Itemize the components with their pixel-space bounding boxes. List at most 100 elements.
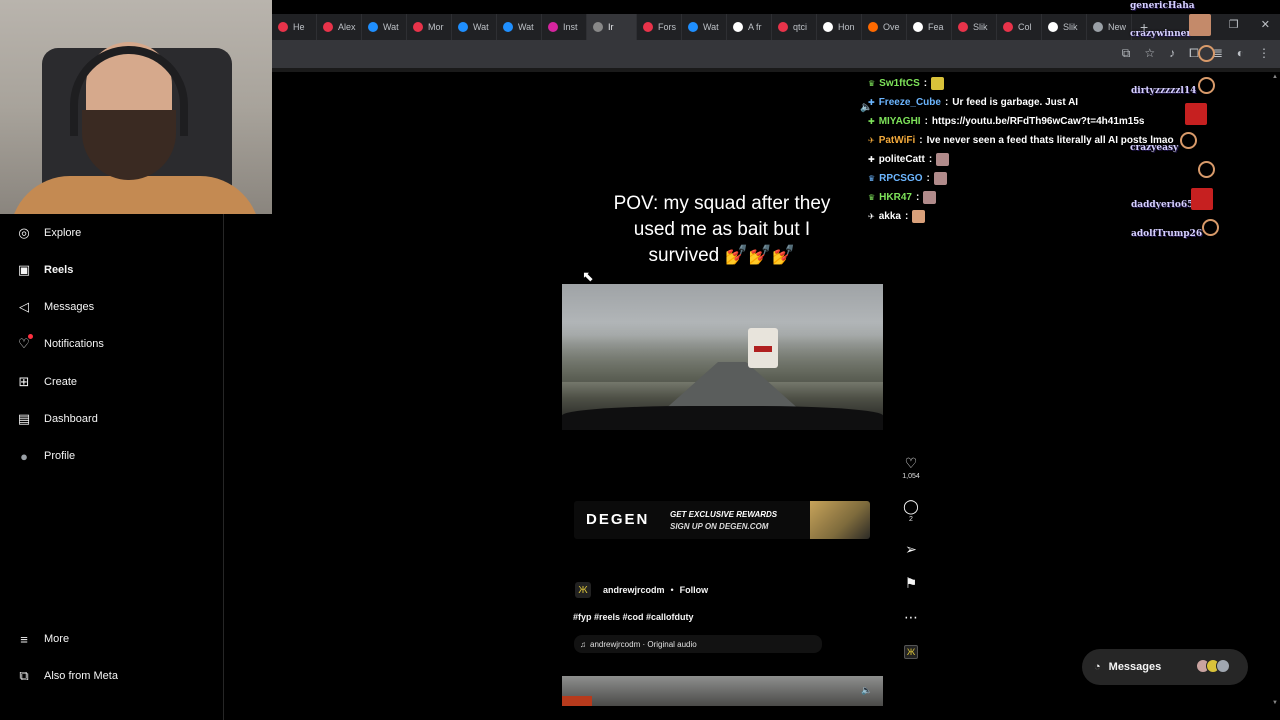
caption-line: used me as bait but I — [633, 219, 811, 240]
messages-button[interactable]: ◔ Messages — [1082, 649, 1248, 685]
alert-username: crazywinner — [1130, 29, 1192, 39]
tab-label: Inst — [563, 22, 578, 32]
browser-tab[interactable]: Ove — [862, 14, 907, 40]
comment-action[interactable]: ◯ 2 — [900, 498, 922, 523]
stream-alerts-overlay: genericHaha crazywinner dirtyzzzzzl14 crazy… — [1128, 0, 1280, 250]
chat-emote-icon — [931, 76, 945, 90]
author-name[interactable]: andrewjrcodm — [603, 585, 665, 595]
scroll-down-icon[interactable]: ▼ — [1272, 700, 1278, 706]
browser-tab[interactable]: Mor — [407, 14, 452, 40]
audio-avatar[interactable]: Ж — [900, 645, 922, 659]
alert-username: adolfTrump26 — [1131, 229, 1203, 239]
video-dashboard — [562, 406, 883, 430]
page-scrollbar[interactable]: ▲ ▼ — [1270, 72, 1280, 720]
author-avatar[interactable]: Ж — [575, 582, 591, 598]
browser-tab[interactable]: Hon — [817, 14, 862, 40]
browser-tab[interactable]: Fors — [637, 14, 682, 40]
meta-icon: ⧉ — [19, 668, 29, 683]
more-options-icon[interactable]: ⋯ — [900, 609, 922, 625]
share-action[interactable]: ➢ — [900, 541, 922, 557]
next-reel-red-area — [562, 696, 592, 706]
chat-badge-icon: ✈ — [868, 135, 875, 145]
tab-favicon-icon — [368, 22, 378, 32]
browser-tab[interactable]: Col — [997, 14, 1042, 40]
tab-favicon-icon — [323, 22, 333, 32]
sponsor-art — [810, 501, 870, 539]
more-action[interactable]: ⋯ — [900, 609, 922, 625]
chat-emote-icon — [936, 152, 950, 166]
browser-tab[interactable]: He — [272, 14, 317, 40]
menu-icon: ≡ — [20, 631, 28, 647]
sidebar-item-dashboard[interactable]: ▤ Dashboard — [16, 411, 98, 427]
browser-tab[interactable]: A fr — [727, 14, 772, 40]
follow-button[interactable]: Follow — [680, 585, 709, 595]
scroll-up-icon[interactable]: ▲ — [1272, 74, 1278, 80]
tab-favicon-icon — [823, 22, 833, 32]
tab-favicon-icon — [503, 22, 513, 32]
heart-icon: ♡ — [18, 336, 30, 351]
separator-dot: • — [670, 585, 674, 595]
save-action[interactable]: ⚑ — [900, 575, 922, 591]
chat-badge-icon: ✈ — [868, 211, 875, 221]
reel-author: Ж andrewjrcodm • Follow — [575, 582, 708, 598]
tab-label: Slik — [973, 22, 988, 32]
sponsor-brand: DEGEN — [586, 511, 650, 528]
tab-label: Alex — [338, 22, 356, 32]
browser-tab[interactable]: Slik — [1042, 14, 1087, 40]
reel-video[interactable] — [562, 284, 883, 430]
like-action[interactable]: ♡ 1,054 — [900, 455, 922, 480]
bookmark-icon[interactable]: ⚑ — [900, 575, 922, 591]
video-truck — [748, 328, 778, 368]
webcam-overlay — [0, 0, 272, 214]
sidebar-item-label: Messages — [44, 301, 95, 313]
sidebar-item-notifications[interactable]: ♡ Notifications — [16, 334, 104, 352]
alert-thumbnail — [1185, 103, 1207, 125]
chat-separator: : — [928, 153, 933, 165]
browser-tab[interactable]: Inst — [542, 14, 587, 40]
tab-favicon-icon — [688, 22, 698, 32]
next-reel-preview[interactable] — [562, 676, 883, 706]
sponsor-banner[interactable]: DEGEN GET EXCLUSIVE REWARDS SIGN UP ON D… — [574, 501, 870, 539]
browser-tab[interactable]: Ir — [587, 14, 637, 40]
comment-icon[interactable]: ◯ — [900, 498, 922, 514]
browser-tab[interactable]: Wat — [452, 14, 497, 40]
browser-tab[interactable]: Alex — [317, 14, 362, 40]
reel-audio[interactable]: ♫ andrewjrcodm · Original audio — [574, 635, 822, 653]
plus-square-icon: ⊞ — [18, 374, 30, 389]
browser-tab[interactable]: Wat — [362, 14, 407, 40]
tab-label: Wat — [473, 22, 489, 32]
sidebar-item-profile[interactable]: ● Profile — [16, 448, 75, 464]
chat-username: RPCSGO — [879, 172, 923, 184]
tab-label: Wat — [518, 22, 534, 32]
chat-text: https://youtu.be/RFdTh96wCaw?t=4h41m15s — [931, 115, 1145, 127]
chat-separator: : — [924, 115, 928, 127]
sidebar-item-label: Explore — [44, 227, 82, 239]
chat-emote-icon — [923, 190, 937, 204]
sidebar-item-messages[interactable]: ◁ Messages — [16, 299, 94, 315]
browser-tab[interactable]: Wat — [497, 14, 542, 40]
send-icon[interactable]: ➢ — [900, 541, 922, 557]
chat-message: ✈ akka: — [868, 208, 926, 224]
messages-label: Messages — [1108, 661, 1162, 673]
avatar-icon: ● — [20, 448, 28, 464]
sidebar-item-explore[interactable]: ◎ Explore — [16, 225, 81, 241]
browser-tab[interactable]: Fea — [907, 14, 952, 40]
sidebar-item-create[interactable]: ⊞ Create — [16, 374, 77, 390]
browser-tab[interactable]: qtci — [772, 14, 817, 40]
sidebar-item-reels[interactable]: ▣ Reels — [16, 262, 74, 278]
browser-tab[interactable]: Wat — [682, 14, 727, 40]
heart-icon[interactable]: ♡ — [900, 455, 922, 471]
tab-label: Slik — [1063, 22, 1078, 32]
browser-tab[interactable]: Slik — [952, 14, 997, 40]
audio-avatar-icon[interactable]: Ж — [904, 645, 918, 659]
reel-hashtags[interactable]: #fyp #reels #cod #callofduty — [573, 612, 694, 622]
alert-username: crazyeasy — [1130, 143, 1179, 153]
sidebar-item-label: Create — [44, 376, 78, 388]
reels-icon: ▣ — [17, 262, 31, 277]
chat-username: politeCatt — [878, 153, 925, 165]
chat-badge-icon: ♛ — [868, 78, 876, 88]
browser-tab[interactable]: New — [1087, 14, 1132, 40]
sidebar-item-also-from-meta[interactable]: ⧉ Also from Meta — [16, 668, 118, 684]
sidebar-item-more[interactable]: ≡ More — [16, 631, 69, 647]
speaker-icon[interactable]: 🔈 — [861, 685, 873, 697]
